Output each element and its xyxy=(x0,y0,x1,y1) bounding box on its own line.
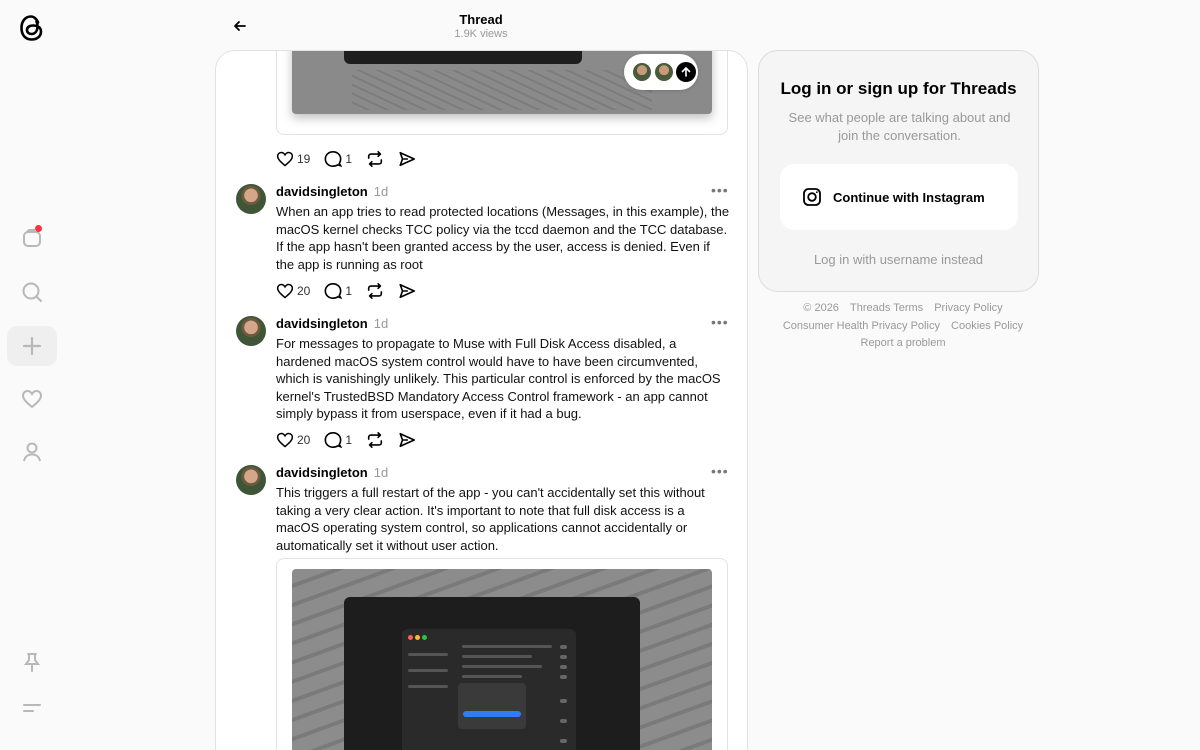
footer-link-privacy[interactable]: Privacy Policy xyxy=(934,302,1002,314)
avatar[interactable] xyxy=(236,316,266,346)
back-button[interactable] xyxy=(228,14,252,38)
reply-count: 1 xyxy=(345,152,353,166)
post-username[interactable]: davidsingleton 1d xyxy=(276,465,388,480)
send-icon xyxy=(399,283,416,299)
nav-menu[interactable] xyxy=(7,688,57,728)
screenshot-image xyxy=(292,569,712,750)
post-text: This triggers a full restart of the app … xyxy=(276,485,705,553)
repost-icon xyxy=(367,150,383,168)
heart-icon xyxy=(276,432,294,448)
nav-activity-heart[interactable] xyxy=(7,379,57,419)
menu-icon xyxy=(23,704,41,712)
arrow-left-icon xyxy=(234,21,246,31)
post-image-bottom[interactable] xyxy=(276,558,728,750)
continue-with-instagram-button[interactable]: Continue with Instagram xyxy=(780,164,1018,230)
repost-button[interactable] xyxy=(366,150,384,168)
post-username[interactable]: davidsingleton 1d xyxy=(276,316,388,331)
nav-profile[interactable] xyxy=(7,432,57,472)
post-username[interactable]: davidsingleton 1d xyxy=(276,184,388,199)
post-time: 1d xyxy=(373,316,389,331)
more-options-button[interactable]: ••• xyxy=(711,463,729,479)
repost-icon xyxy=(367,431,383,449)
login-title: Log in or sign up for Threads xyxy=(780,79,1017,98)
avatar[interactable] xyxy=(236,184,266,214)
footer-link-cookies[interactable]: Cookies Policy xyxy=(951,320,1023,332)
nav-search[interactable] xyxy=(7,272,57,312)
reply-avatars-pill[interactable] xyxy=(624,54,698,90)
like-count: 19 xyxy=(297,152,311,166)
share-button[interactable] xyxy=(398,282,416,300)
notification-dot xyxy=(35,225,42,232)
avatar xyxy=(654,62,674,82)
reply-button[interactable]: 1 xyxy=(324,431,352,449)
post-time: 1d xyxy=(373,465,389,480)
like-button[interactable]: 19 xyxy=(276,150,310,168)
profile-icon xyxy=(23,442,41,462)
footer: © 2026 Threads Terms Privacy Policy Cons… xyxy=(758,300,1048,353)
post-time: 1d xyxy=(373,184,389,199)
heart-icon xyxy=(21,389,43,409)
thread-feed: 19 1 davidsingleton 1d ••• When an app tr… xyxy=(215,50,748,750)
post-actions: 19 1 xyxy=(276,149,430,169)
footer-link-report[interactable]: Report a problem xyxy=(861,337,946,349)
view-count: 1.9K views xyxy=(454,28,508,40)
post-text: When an app tries to read protected loca… xyxy=(276,204,730,272)
like-button[interactable]: 20 xyxy=(276,282,310,300)
arrow-up-icon xyxy=(676,62,696,82)
repost-icon xyxy=(367,282,383,300)
heart-icon xyxy=(276,283,294,299)
like-count: 20 xyxy=(297,433,311,447)
share-button[interactable] xyxy=(398,431,416,449)
avatar xyxy=(632,62,652,82)
login-card: Log in or sign up for Threads See what p… xyxy=(758,50,1039,292)
post-actions: 20 1 xyxy=(276,281,430,301)
comment-icon xyxy=(324,282,343,300)
login-subtitle: See what people are talking about and jo… xyxy=(788,110,1011,143)
instagram-icon xyxy=(803,188,821,206)
copyright: © 2026 xyxy=(803,302,839,314)
username-login-link[interactable]: Log in with username instead xyxy=(759,252,1038,267)
repost-button[interactable] xyxy=(366,431,384,449)
comment-icon xyxy=(324,150,343,168)
like-button[interactable]: 20 xyxy=(276,431,310,449)
post-actions: 20 1 xyxy=(276,430,430,450)
avatar[interactable] xyxy=(236,465,266,495)
share-button[interactable] xyxy=(398,150,416,168)
send-icon xyxy=(399,432,416,448)
post-image-top[interactable] xyxy=(276,51,728,135)
reply-count: 1 xyxy=(345,433,353,447)
comment-icon xyxy=(324,431,343,449)
threads-logo-icon[interactable] xyxy=(14,12,50,44)
more-options-button[interactable]: ••• xyxy=(711,182,729,198)
instagram-button-label: Continue with Instagram xyxy=(833,189,985,205)
footer-link-terms[interactable]: Threads Terms xyxy=(850,302,923,314)
nav-create[interactable] xyxy=(7,326,57,366)
search-icon xyxy=(22,282,42,302)
footer-link-health-privacy[interactable]: Consumer Health Privacy Policy xyxy=(783,320,940,332)
nav-pinned[interactable] xyxy=(7,642,57,682)
page-title: Thread xyxy=(459,12,503,27)
repost-button[interactable] xyxy=(366,282,384,300)
pin-icon xyxy=(24,653,40,672)
post-text: For messages to propagate to Muse with F… xyxy=(276,336,721,421)
left-nav xyxy=(0,0,64,750)
reply-button[interactable]: 1 xyxy=(324,150,352,168)
heart-icon xyxy=(276,151,294,167)
send-icon xyxy=(399,151,416,167)
reply-button[interactable]: 1 xyxy=(324,282,352,300)
create-icon xyxy=(22,336,42,356)
reply-count: 1 xyxy=(345,284,353,298)
like-count: 20 xyxy=(297,284,311,298)
more-options-button[interactable]: ••• xyxy=(711,314,729,330)
nav-activity[interactable] xyxy=(7,218,57,258)
